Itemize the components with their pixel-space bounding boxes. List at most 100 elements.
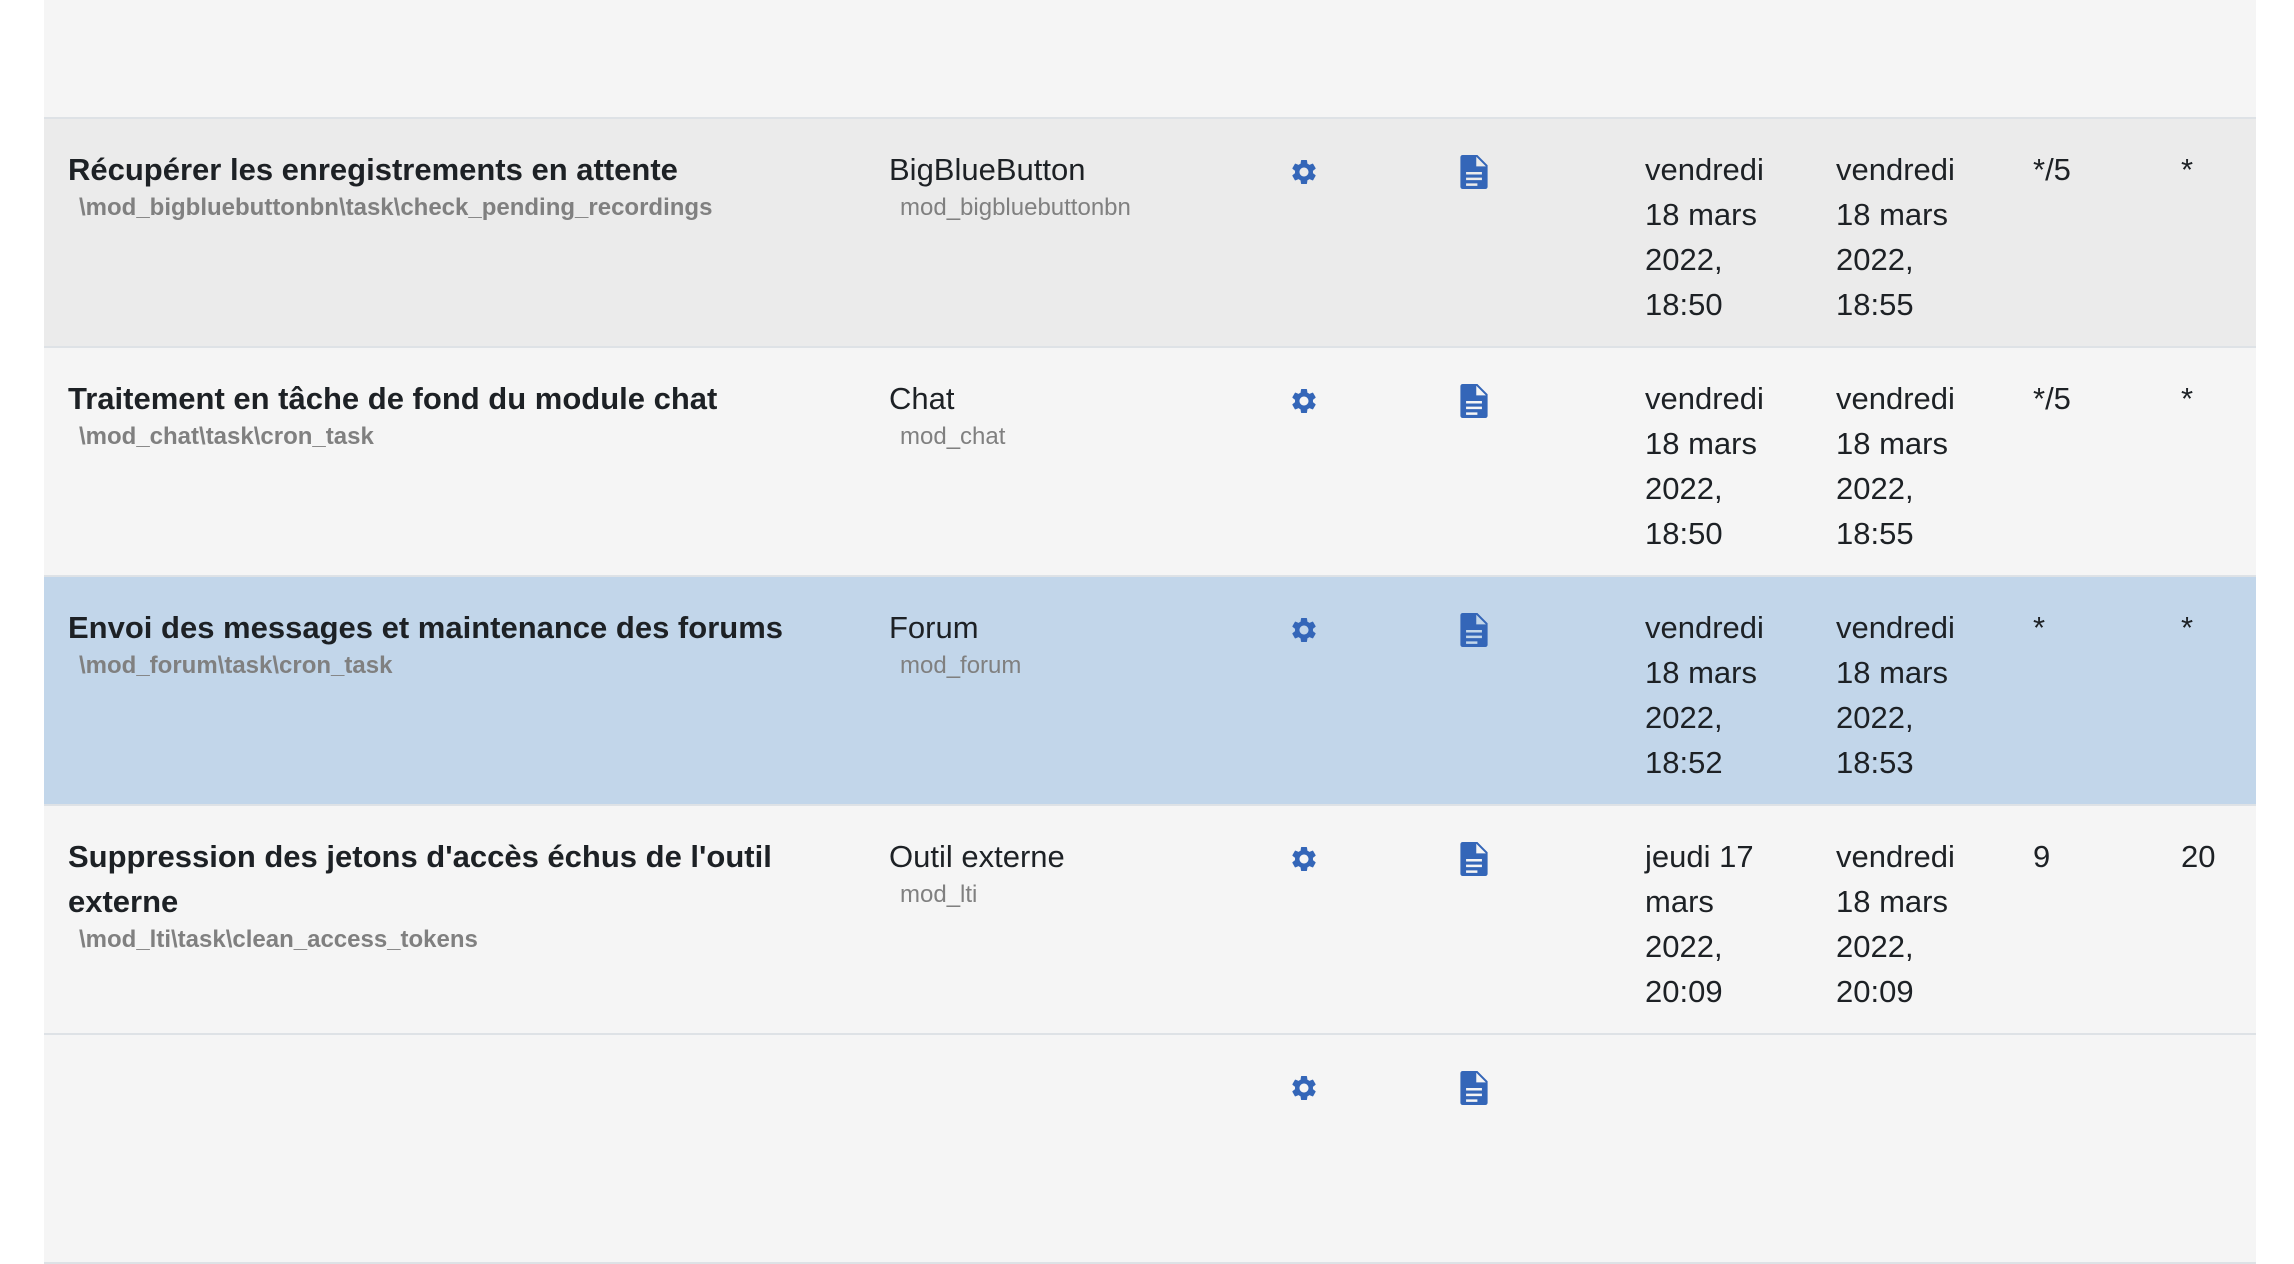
component-name: Forum: [889, 610, 979, 645]
document-icon: [1460, 1071, 1488, 1105]
next-run-text: 2022,: [1836, 471, 1914, 506]
last-run-cell: vendredi 18 mars 2022, 18:50: [1645, 147, 1795, 327]
table-row: Suppression des jetons d'accès échus de …: [44, 806, 2256, 1035]
view-logs-link[interactable]: [1460, 842, 1500, 876]
minute-cell: 9: [2033, 839, 2051, 874]
table-row: [44, 1035, 2256, 1264]
edit-task-link[interactable]: [1289, 157, 1329, 187]
component-cell: BigBlueButton mod_bigbluebuttonbn: [889, 147, 1219, 224]
last-run-text: 18 mars: [1645, 655, 1757, 690]
document-icon: [1460, 155, 1488, 189]
component-id: mod_lti: [900, 881, 978, 908]
last-run-text: vendredi: [1645, 381, 1764, 416]
document-icon: [1460, 613, 1488, 647]
task-name-cell: Envoi des messages et maintenance des fo…: [68, 605, 828, 682]
task-name-cell: Suppression des jetons d'accès échus de …: [68, 834, 828, 956]
view-logs-link[interactable]: [1460, 384, 1500, 418]
task-title: Traitement en tâche de fond du module ch…: [68, 381, 718, 416]
task-logs-cell: [1460, 613, 1500, 647]
component-cell: Chat mod_chat: [889, 376, 1219, 453]
gear-icon: [1292, 389, 1316, 413]
next-run-cell: vendredi 18 mars 2022, 18:53: [1836, 605, 1986, 785]
next-run-text: 2022,: [1836, 929, 1914, 964]
next-run-text: 2022,: [1836, 700, 1914, 735]
table-row: Traitement en tâche de fond du module ch…: [44, 348, 2256, 577]
component-cell: Forum mod_forum: [889, 605, 1219, 682]
document-icon: [1460, 842, 1488, 876]
last-run-cell: vendredi 18 mars 2022, 18:52: [1645, 605, 1795, 785]
last-run-cell: 2022,18:52: [1645, 0, 1795, 8]
last-run-cell: vendredi 18 mars 2022, 18:50: [1645, 376, 1795, 556]
gear-icon: [1292, 618, 1316, 642]
table-row: 2022,18:52 2022,18:53: [44, 0, 2256, 119]
table-row: Récupérer les enregistrements en attente…: [44, 119, 2256, 348]
task-classname: \mod_chat\task\cron_task: [79, 423, 374, 450]
hour-cell: *: [2181, 381, 2194, 416]
last-run-text: 18:50: [1645, 287, 1723, 322]
last-run-text: 18:52: [1645, 0, 1795, 8]
component-id: mod_bigbluebuttonbn: [900, 194, 1131, 221]
task-logs-cell: [1460, 1071, 1500, 1105]
next-run-text: 18:53: [1836, 745, 1914, 780]
edit-task-cell: [1289, 615, 1329, 645]
last-run-text: 2022,: [1645, 929, 1723, 964]
next-run-text: vendredi: [1836, 381, 1955, 416]
task-logs-cell: [1460, 155, 1500, 189]
next-run-cell: 2022,18:53: [1836, 0, 1986, 8]
view-logs-link[interactable]: [1460, 1071, 1500, 1105]
edit-task-link[interactable]: [1289, 615, 1329, 645]
task-logs-cell: [1460, 384, 1500, 418]
task-title: Récupérer les enregistrements en attente: [68, 152, 678, 187]
last-run-text: 18 mars: [1645, 197, 1757, 232]
minute-cell: *: [2033, 610, 2046, 645]
view-logs-link[interactable]: [1460, 155, 1500, 189]
last-run-text: vendredi: [1645, 610, 1764, 645]
component-id: mod_chat: [900, 423, 1006, 450]
task-name-cell: Récupérer les enregistrements en attente…: [68, 147, 828, 224]
document-icon: [1460, 384, 1488, 418]
view-logs-link[interactable]: [1460, 613, 1500, 647]
task-classname: \mod_bigbluebuttonbn\task\check_pending_…: [79, 194, 713, 221]
next-run-text: vendredi: [1836, 839, 1955, 874]
edit-task-link[interactable]: [1289, 844, 1329, 874]
edit-task-cell: [1289, 386, 1329, 416]
last-run-text: 2022,: [1645, 242, 1723, 277]
table-row: Envoi des messages et maintenance des fo…: [44, 577, 2256, 806]
gear-icon: [1292, 847, 1316, 871]
next-run-cell: vendredi 18 mars 2022, 18:55: [1836, 147, 1986, 327]
next-run-text: 18 mars: [1836, 197, 1948, 232]
last-run-text: 2022,: [1645, 700, 1723, 735]
component-cell: Outil externe mod_lti: [889, 834, 1219, 911]
task-classname: \mod_forum\task\cron_task: [79, 652, 393, 679]
minute-cell: */5: [2033, 381, 2071, 416]
component-id: mod_forum: [900, 652, 1022, 679]
next-run-text: 18 mars: [1836, 884, 1948, 919]
next-run-text: 18:53: [1836, 0, 1986, 8]
next-run-text: 18:55: [1836, 516, 1914, 551]
task-title: Envoi des messages et maintenance des fo…: [68, 610, 783, 645]
last-run-text: jeudi 17: [1645, 839, 1754, 874]
next-run-text: 2022,: [1836, 242, 1914, 277]
hour-cell: *: [2181, 152, 2194, 187]
edit-task-cell: [1289, 844, 1329, 874]
last-run-cell: jeudi 17 mars 2022, 20:09: [1645, 834, 1795, 1014]
hour-cell: 20: [2181, 839, 2216, 874]
last-run-text: mars: [1645, 884, 1714, 919]
component-name: BigBlueButton: [889, 152, 1086, 187]
task-classname: \mod_lti\task\clean_access_tokens: [79, 926, 478, 953]
last-run-text: 20:09: [1645, 974, 1723, 1009]
next-run-text: vendredi: [1836, 152, 1955, 187]
next-run-text: 18:55: [1836, 287, 1914, 322]
next-run-text: 18 mars: [1836, 426, 1948, 461]
next-run-cell: vendredi 18 mars 2022, 20:09: [1836, 834, 1986, 1014]
task-logs-cell: [1460, 842, 1500, 876]
scheduled-tasks-table: 2022,18:52 2022,18:53 Récupérer les enre…: [44, 0, 2256, 1264]
gear-icon: [1292, 160, 1316, 184]
component-name: Chat: [889, 381, 955, 416]
next-run-text: 18 mars: [1836, 655, 1948, 690]
task-name-cell: Traitement en tâche de fond du module ch…: [68, 376, 828, 453]
last-run-text: 2022,: [1645, 471, 1723, 506]
last-run-text: 18:52: [1645, 745, 1723, 780]
edit-task-link[interactable]: [1289, 386, 1329, 416]
last-run-text: 18 mars: [1645, 426, 1757, 461]
